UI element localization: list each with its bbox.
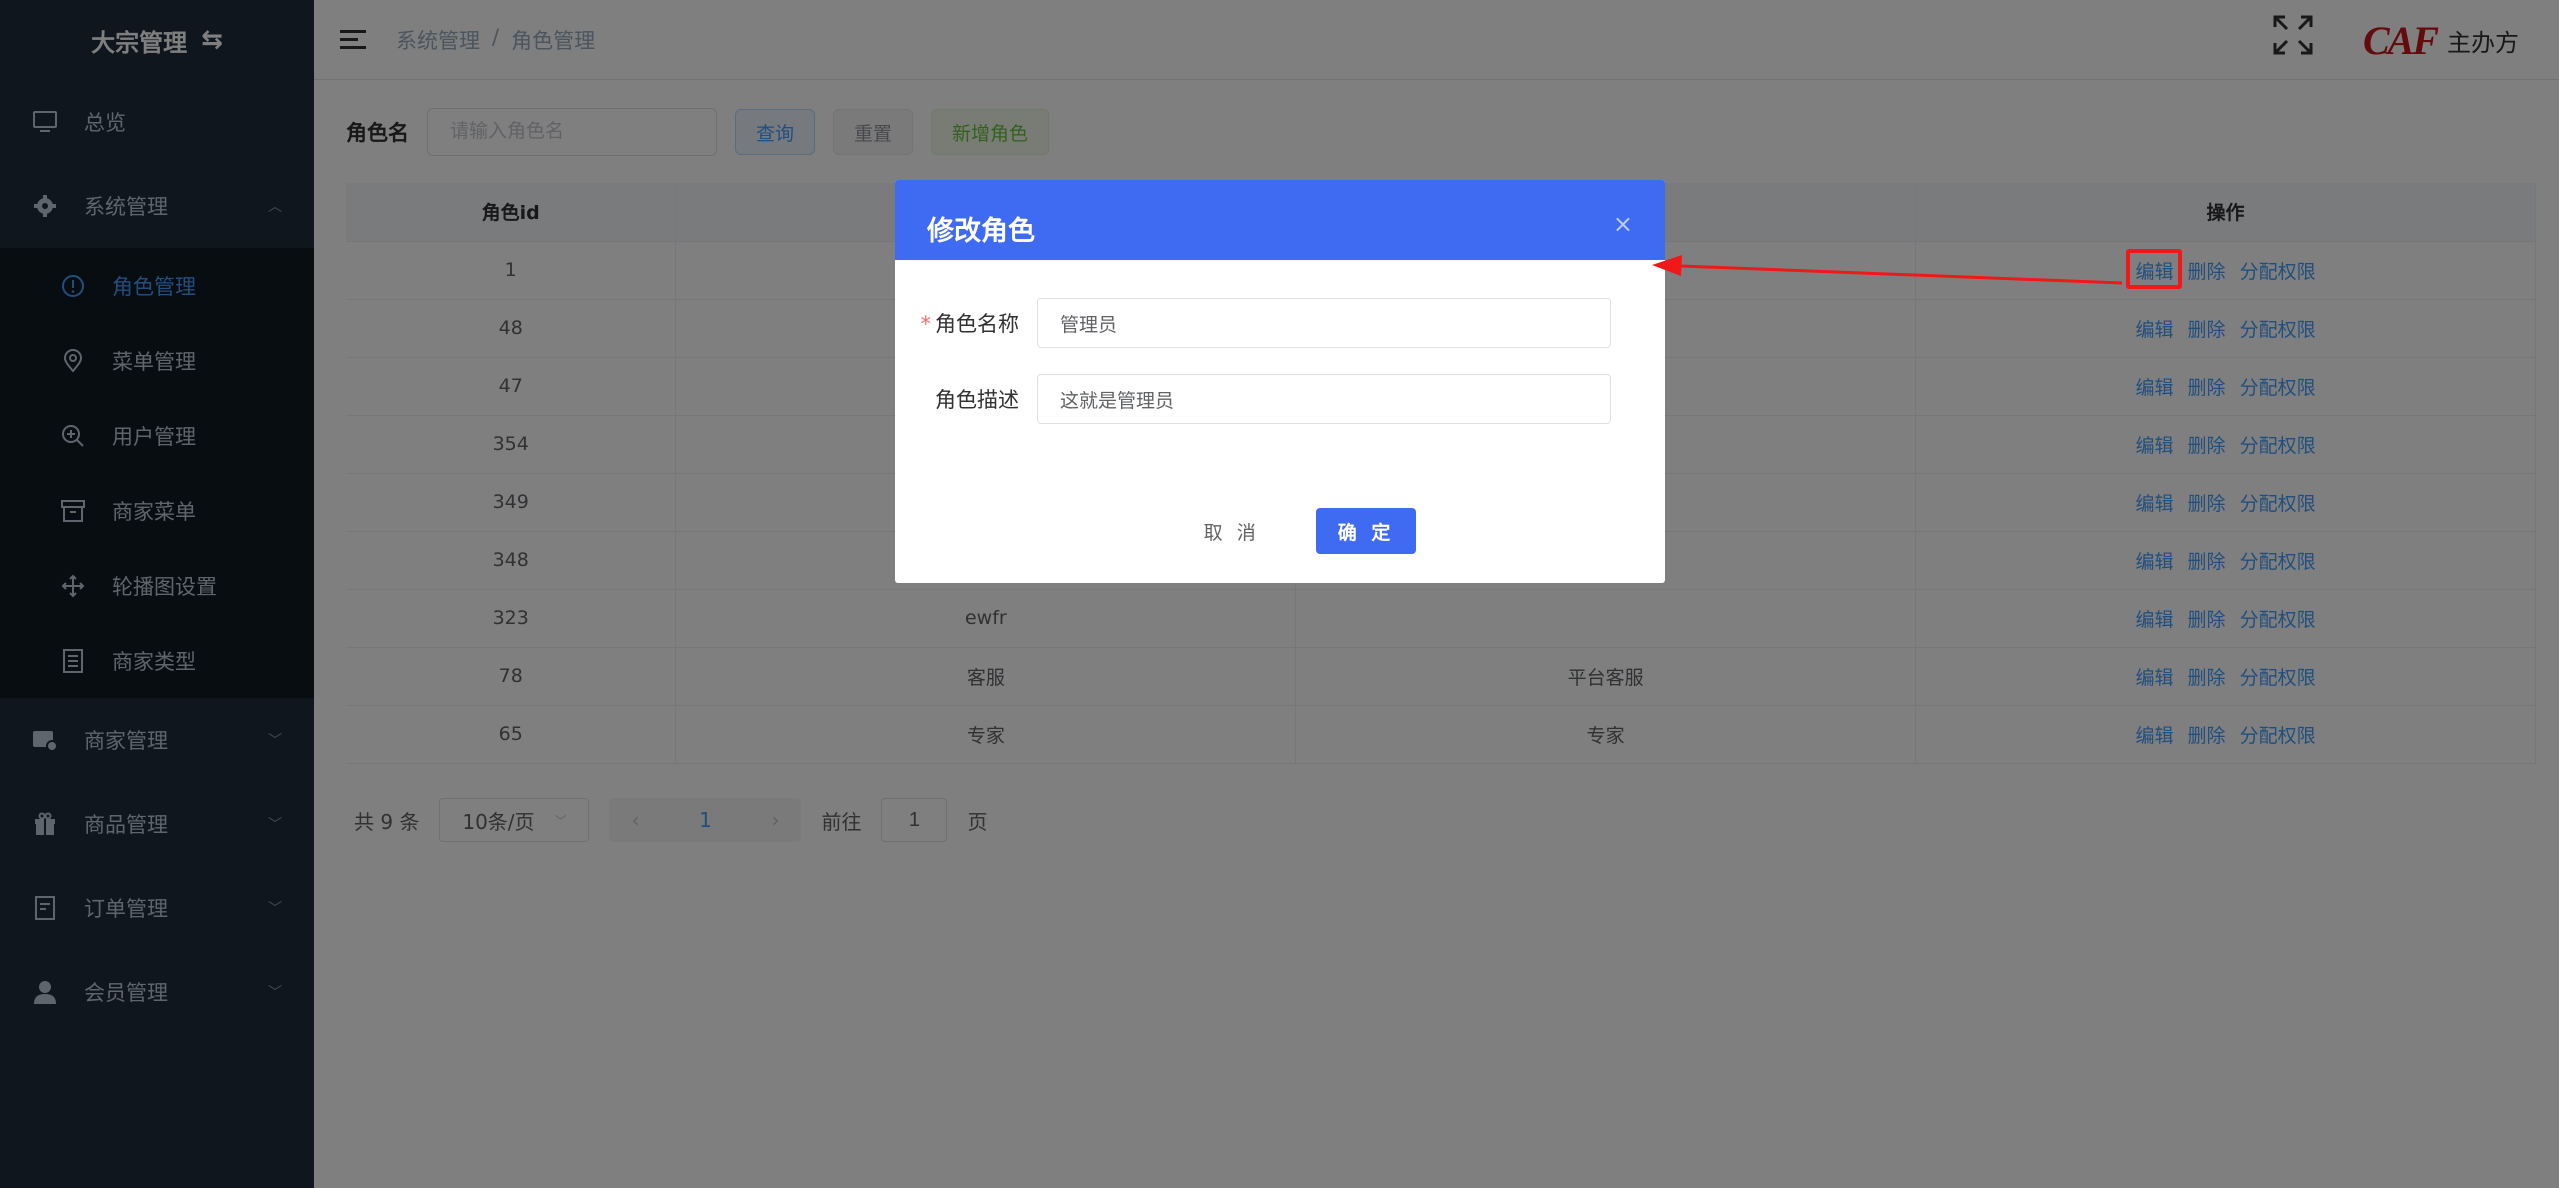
annotation-arrow <box>1652 255 2123 285</box>
